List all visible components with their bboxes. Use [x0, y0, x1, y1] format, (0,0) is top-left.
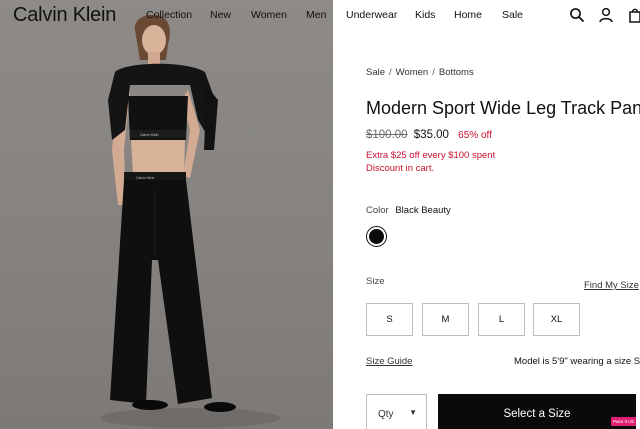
discount-percent: 65% off: [458, 130, 492, 141]
product-image[interactable]: Calvin Klein Calvin Klein: [0, 0, 333, 429]
brand-logo[interactable]: Calvin Klein: [13, 4, 116, 27]
svg-text:Calvin Klein: Calvin Klein: [140, 133, 159, 137]
breadcrumb: Sale / Women / Bottoms: [366, 67, 474, 78]
color-row: Color Black Beauty: [366, 205, 451, 216]
quantity-label: Qty: [378, 408, 394, 420]
chevron-down-icon: ▼: [409, 408, 417, 417]
breadcrumb-sale[interactable]: Sale: [366, 67, 385, 78]
nav-women[interactable]: Women: [251, 9, 287, 21]
nav-collection[interactable]: Collection: [146, 9, 192, 21]
nav-home[interactable]: Home: [454, 9, 482, 21]
search-icon[interactable]: [569, 7, 585, 23]
paint-it-badge: Paint It Ub: [611, 417, 636, 426]
size-label: Size: [366, 276, 385, 287]
sale-price: $35.00: [413, 129, 449, 141]
site-header: Calvin Klein Collection New Women Men Un…: [0, 0, 640, 32]
svg-text:Calvin Klein: Calvin Klein: [136, 176, 155, 180]
color-swatch-black[interactable]: [366, 226, 387, 247]
promo-message: Extra $25 off every $100 spent: [366, 150, 496, 161]
size-guide-link[interactable]: Size Guide: [366, 356, 412, 367]
size-button-s[interactable]: S: [366, 303, 413, 336]
select-size-button[interactable]: Select a Size: [438, 394, 636, 429]
model-note: Model is 5'9" wearing a size S: [514, 356, 640, 367]
color-label: Color: [366, 205, 389, 216]
breadcrumb-separator: /: [432, 67, 435, 78]
size-button-xl[interactable]: XL: [533, 303, 580, 336]
breadcrumb-separator: /: [389, 67, 392, 78]
nav-men[interactable]: Men: [306, 9, 326, 21]
account-icon[interactable]: [598, 7, 614, 23]
breadcrumb-women[interactable]: Women: [396, 67, 429, 78]
breadcrumb-bottoms[interactable]: Bottoms: [439, 67, 474, 78]
quantity-select[interactable]: Qty ▼: [366, 394, 427, 429]
original-price: $100.00: [366, 129, 408, 141]
nav-new[interactable]: New: [210, 9, 231, 21]
price-block: $100.00 $35.00 65% off: [366, 129, 492, 141]
model-photo: Calvin Klein Calvin Klein: [100, 14, 280, 428]
nav-underwear[interactable]: Underwear: [346, 9, 397, 21]
color-value: Black Beauty: [395, 205, 451, 216]
bag-icon[interactable]: [628, 7, 640, 23]
size-button-l[interactable]: L: [478, 303, 525, 336]
product-title: Modern Sport Wide Leg Track Pants: [366, 98, 640, 118]
find-my-size-link[interactable]: Find My Size: [584, 280, 639, 291]
size-button-m[interactable]: M: [422, 303, 469, 336]
nav-kids[interactable]: Kids: [415, 9, 435, 21]
promo-note: Discount in cart.: [366, 163, 435, 174]
nav-sale[interactable]: Sale: [502, 9, 523, 21]
